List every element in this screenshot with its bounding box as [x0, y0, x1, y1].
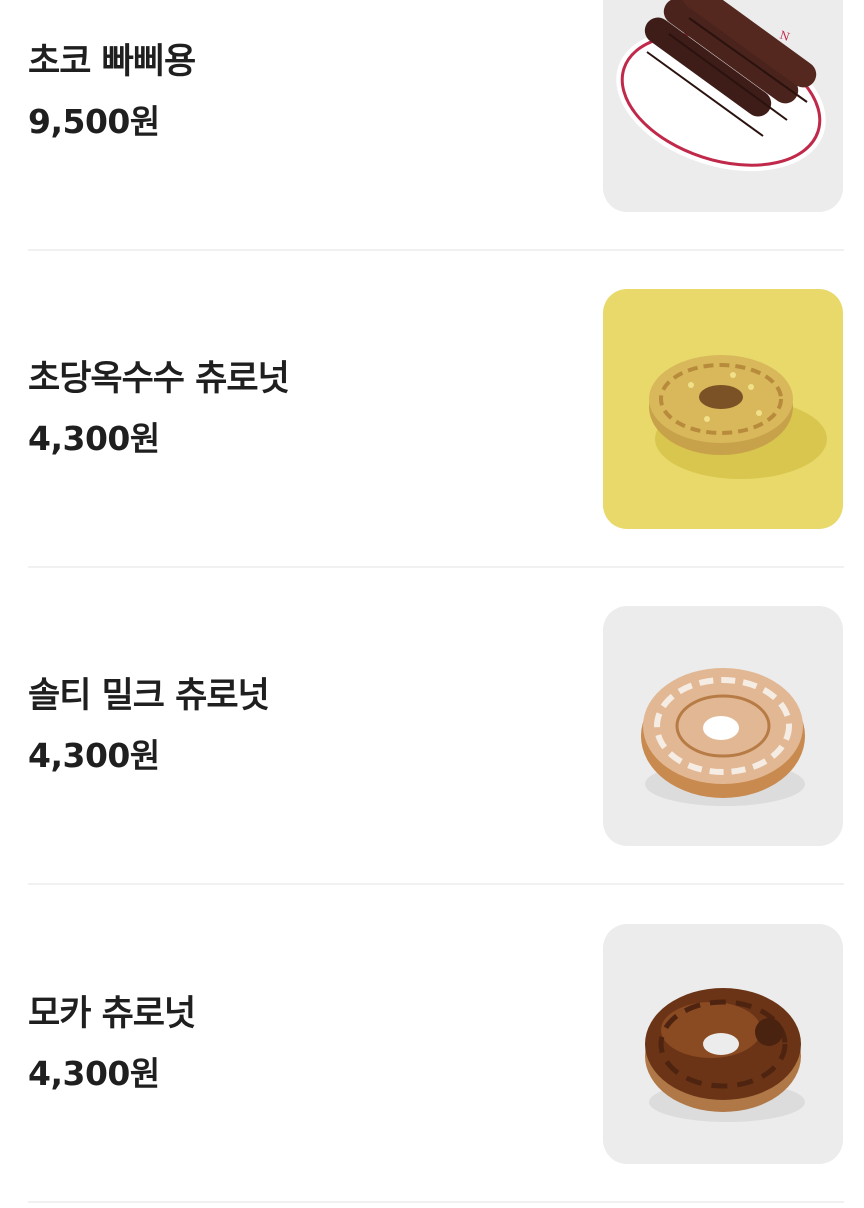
item-text: 초당옥수수 츄로넛 4,300원 — [28, 289, 290, 529]
item-thumbnail[interactable]: N — [603, 0, 843, 212]
menu-item-mocha-churro-donut[interactable]: 모카 츄로넛 4,300원 — [28, 924, 844, 1164]
item-name: 솔티 밀크 츄로넛 — [28, 676, 270, 716]
item-thumbnail[interactable] — [603, 924, 843, 1164]
item-text: 초코 빠삐용 9,500원 — [28, 0, 196, 212]
menu-item-choco-papillon[interactable]: 초코 빠삐용 9,500원 N — [28, 0, 844, 212]
divider — [28, 1201, 844, 1203]
mocha-donut-image — [603, 924, 843, 1164]
item-price: 4,300원 — [28, 1054, 160, 1093]
corn-donut-image — [603, 289, 843, 529]
item-name: 초코 빠삐용 — [28, 42, 196, 82]
menu-item-salty-milk-churro-donut[interactable]: 솔티 밀크 츄로넛 4,300원 — [28, 606, 844, 846]
item-text: 모카 츄로넛 4,300원 — [28, 924, 196, 1164]
item-price: 4,300원 — [28, 736, 160, 775]
divider — [28, 883, 844, 885]
item-thumbnail[interactable] — [603, 606, 843, 846]
divider — [28, 566, 844, 568]
item-price: 4,300원 — [28, 419, 160, 458]
chocolate-churros-image: N — [603, 0, 843, 212]
item-price: 9,500원 — [28, 102, 160, 141]
menu-item-corn-churro-donut[interactable]: 초당옥수수 츄로넛 4,300원 — [28, 289, 844, 529]
salty-milk-donut-image — [603, 606, 843, 846]
item-name: 모카 츄로넛 — [28, 994, 196, 1034]
divider — [28, 249, 844, 251]
item-thumbnail[interactable] — [603, 289, 843, 529]
item-text: 솔티 밀크 츄로넛 4,300원 — [28, 606, 270, 846]
item-name: 초당옥수수 츄로넛 — [28, 359, 290, 399]
